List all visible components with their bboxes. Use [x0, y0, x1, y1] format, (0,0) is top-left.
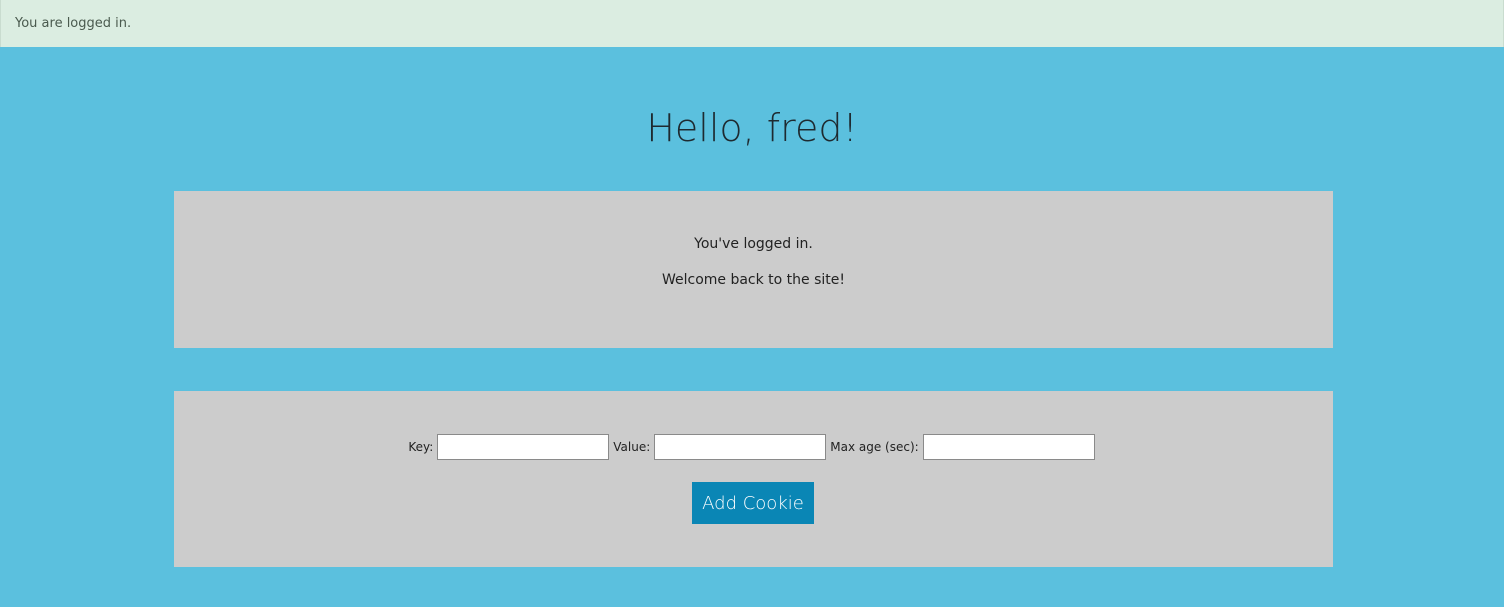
- welcome-back-message: Welcome back to the site!: [661, 272, 846, 288]
- add-cookie-form: Key: Value: Max age (sec):: [174, 434, 1333, 460]
- key-input[interactable]: [437, 434, 610, 460]
- value-input[interactable]: [654, 434, 827, 460]
- flash-message-bar: You are logged in.: [0, 0, 1504, 47]
- key-label: Key:: [408, 440, 434, 454]
- welcome-panel: You've logged in. Welcome back to the si…: [174, 191, 1333, 348]
- main-content: Hello, fred! You've logged in. Welcome b…: [0, 47, 1504, 607]
- value-label: Value:: [613, 440, 651, 454]
- cookie-panel: Key: Value: Max age (sec): Add Cookie: [174, 391, 1333, 567]
- add-cookie-button[interactable]: Add Cookie: [692, 482, 814, 524]
- max-age-label: Max age (sec):: [830, 440, 919, 454]
- page-title: Hello, fred!: [646, 106, 858, 150]
- flash-message-text: You are logged in.: [15, 16, 132, 31]
- logged-in-message: You've logged in.: [694, 236, 813, 252]
- max-age-input[interactable]: [922, 434, 1095, 460]
